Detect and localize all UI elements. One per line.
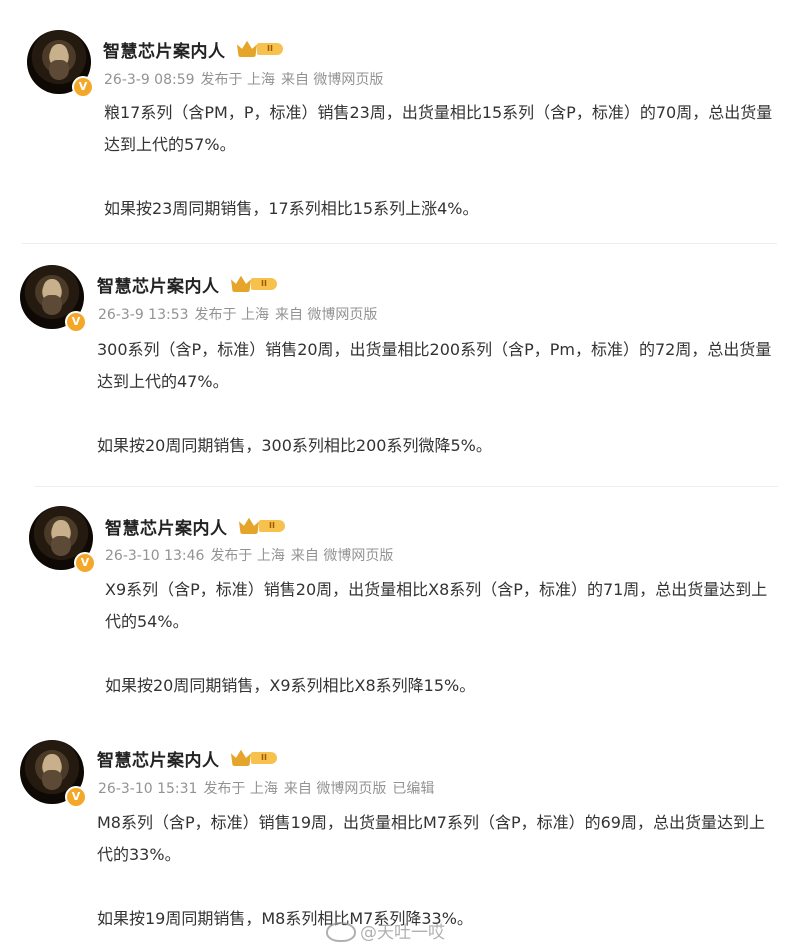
post-location: 发布于 上海 — [210, 548, 285, 564]
username[interactable]: 智慧芯片案内人 — [97, 272, 220, 297]
post-date[interactable]: 26-3-10 15:31 — [98, 781, 197, 797]
post-source[interactable]: 来自 微博网页版 — [284, 781, 386, 797]
watermark: @天吐一哎 — [326, 918, 445, 943]
post-meta: 26-3-9 08:59 发布于 上海 来自 微博网页版 — [104, 69, 389, 89]
crown-rank-icon[interactable]: II — [231, 274, 279, 292]
post-source[interactable]: 来自 微博网页版 — [275, 307, 377, 323]
post-paragraph: 如果按23周同期销售，17系列相比15系列上涨4%。 — [104, 199, 479, 218]
post-paragraph: 如果按20周同期销售，300系列相比200系列微降5%。 — [97, 436, 492, 455]
post-date[interactable]: 26-3-9 08:59 — [104, 72, 195, 88]
crown-rank-icon[interactable]: II — [231, 748, 279, 766]
post-text: 粮17系列（含PM，P，标准）销售23周，出货量相比15系列（含P，标准）的70… — [104, 97, 774, 225]
post-paragraph: 如果按20周同期销售，X9系列相比X8系列降15%。 — [105, 676, 476, 695]
post-text: 300系列（含P，标准）销售20周，出货量相比200系列（含P，Pm，标准）的7… — [97, 334, 777, 462]
verified-badge-icon: V — [65, 786, 87, 808]
post-date[interactable]: 26-3-10 13:46 — [105, 548, 204, 564]
post-meta: 26-3-10 13:46 发布于 上海 来自 微博网页版 — [105, 545, 399, 565]
post-location: 发布于 上海 — [194, 307, 269, 323]
post-meta: 26-3-9 13:53 发布于 上海 来自 微博网页版 — [98, 304, 383, 324]
post-paragraph: 粮17系列（含PM，P，标准）销售23周，出货量相比15系列（含P，标准）的70… — [104, 103, 773, 154]
post-meta: 26-3-10 15:31 发布于 上海 来自 微博网页版 已编辑 — [98, 778, 440, 798]
edited-label[interactable]: 已编辑 — [392, 781, 434, 797]
weibo-post-1: V 智慧芯片案内人 II 26-3-9 08:59 发布于 上海 来自 微博网页版 … — [0, 0, 801, 244]
verified-badge-icon: V — [74, 552, 96, 574]
post-text: X9系列（含P，标准）销售20周，出货量相比X8系列（含P，标准）的71周，总出… — [105, 574, 777, 702]
username[interactable]: 智慧芯片案内人 — [105, 514, 228, 539]
crown-rank-icon[interactable]: II — [239, 516, 287, 534]
post-source[interactable]: 来自 微博网页版 — [291, 548, 393, 564]
post-location: 发布于 上海 — [200, 72, 275, 88]
divider — [34, 486, 778, 487]
watermark-text: @天吐一哎 — [360, 923, 445, 943]
post-paragraph: M8系列（含P，标准）销售19周，出货量相比M7系列（含P，标准）的69周，总出… — [97, 813, 765, 864]
post-text: M8系列（含P，标准）销售19周，出货量相比M7系列（含P，标准）的69周，总出… — [97, 807, 777, 935]
post-date[interactable]: 26-3-9 13:53 — [98, 307, 189, 323]
post-source[interactable]: 来自 微博网页版 — [281, 72, 383, 88]
post-location: 发布于 上海 — [203, 781, 278, 797]
username[interactable]: 智慧芯片案内人 — [103, 37, 226, 62]
divider — [22, 243, 777, 244]
post-paragraph: 300系列（含P，标准）销售20周，出货量相比200系列（含P，Pm，标准）的7… — [97, 340, 772, 391]
weibo-logo-icon — [326, 922, 356, 942]
verified-badge-icon: V — [72, 76, 94, 98]
username[interactable]: 智慧芯片案内人 — [97, 746, 220, 771]
crown-rank-icon[interactable]: II — [237, 39, 285, 57]
post-paragraph: X9系列（含P，标准）销售20周，出货量相比X8系列（含P，标准）的71周，总出… — [105, 580, 768, 631]
verified-badge-icon: V — [65, 311, 87, 333]
